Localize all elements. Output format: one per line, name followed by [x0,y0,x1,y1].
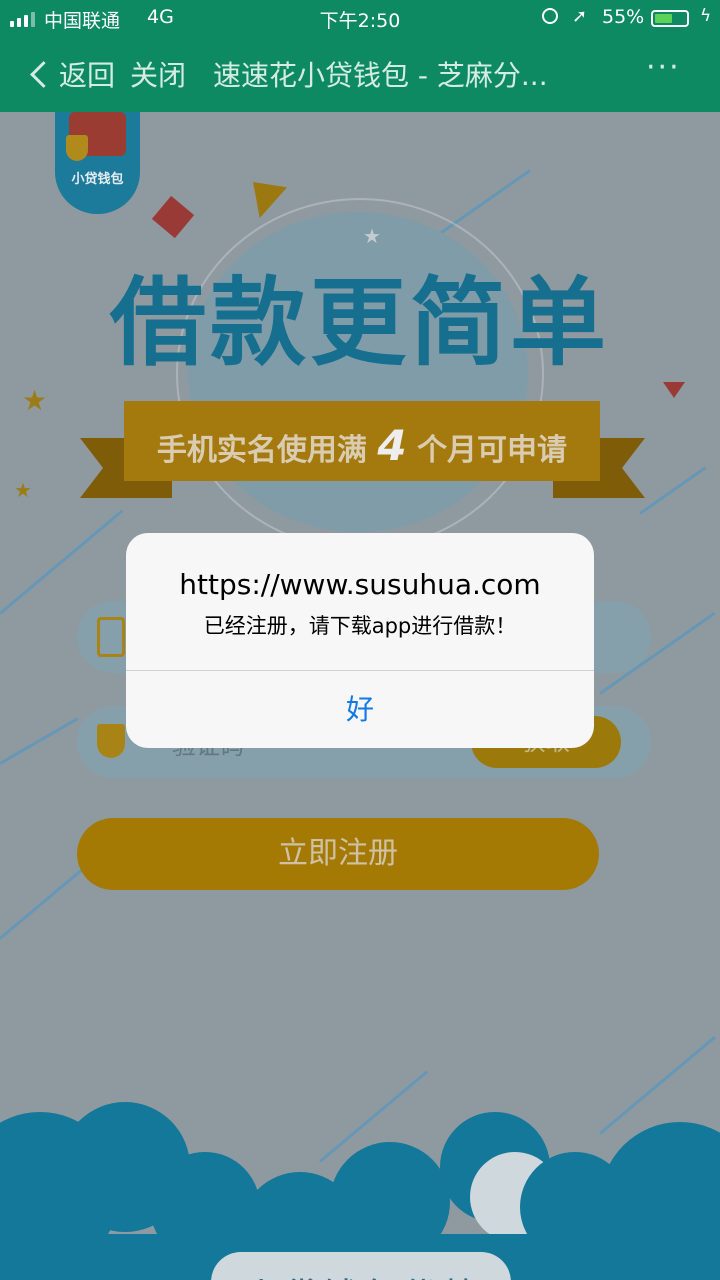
status-bar: 中国联通 4G 下午2:50 ➚ 55% ϟ [0,0,720,36]
decor-stream [0,509,124,615]
decor-stream [599,1035,716,1135]
more-button[interactable]: ··· [646,50,681,85]
page-title: 速速花小贷钱包 - 芝麻分... [213,59,548,92]
decor-stream [0,866,86,940]
nav-bar: 返回 关闭 速速花小贷钱包 - 芝麻分... ··· [0,36,720,112]
star-icon: ★ [14,478,32,502]
eligibility-ribbon: 手机实名使用满 4 个月可申请 [124,401,600,481]
alert-dialog: https://www.susuhua.com 已经注册，请下载app进行借款！… [126,533,594,748]
decor-envelope [151,195,195,239]
close-button[interactable]: 关闭 [130,54,186,94]
phone-icon [97,617,125,657]
ribbon-number: 4 [377,421,407,470]
star-icon: ★ [22,384,48,417]
shield-icon [66,135,88,161]
app-logo: 小贷钱包 [55,112,140,214]
back-button[interactable]: 返回 [26,54,115,94]
chevron-left-icon [30,60,57,88]
orientation-lock-icon [542,8,558,24]
ribbon-prefix: 手机实名使用满 [156,433,367,468]
charging-icon: ϟ [700,6,712,26]
logo-text: 小贷钱包 [71,172,124,187]
dialog-message: 已经注册，请下载app进行借款！ [203,614,517,638]
back-label: 返回 [59,59,116,92]
decor-triangle [253,182,287,218]
decor-stream [0,717,79,765]
ok-button[interactable]: 好 [126,671,594,748]
shield-check-icon [97,724,125,758]
register-button[interactable]: 立即注册 [77,818,599,890]
footer-section-title: 小贷钱包优势 [211,1252,511,1280]
ribbon-suffix: 个月可申请 [417,433,568,468]
decor-triangle [663,382,685,398]
battery-icon [651,10,689,27]
dialog-title: https://www.susuhua.com [179,568,541,601]
battery-percent: 55% [602,6,645,28]
decor-stream [639,466,707,515]
location-icon: ➚ [572,6,588,27]
headline: 借款更简单 [110,267,610,379]
footer-title: 小贷钱包优势 [211,1266,511,1280]
